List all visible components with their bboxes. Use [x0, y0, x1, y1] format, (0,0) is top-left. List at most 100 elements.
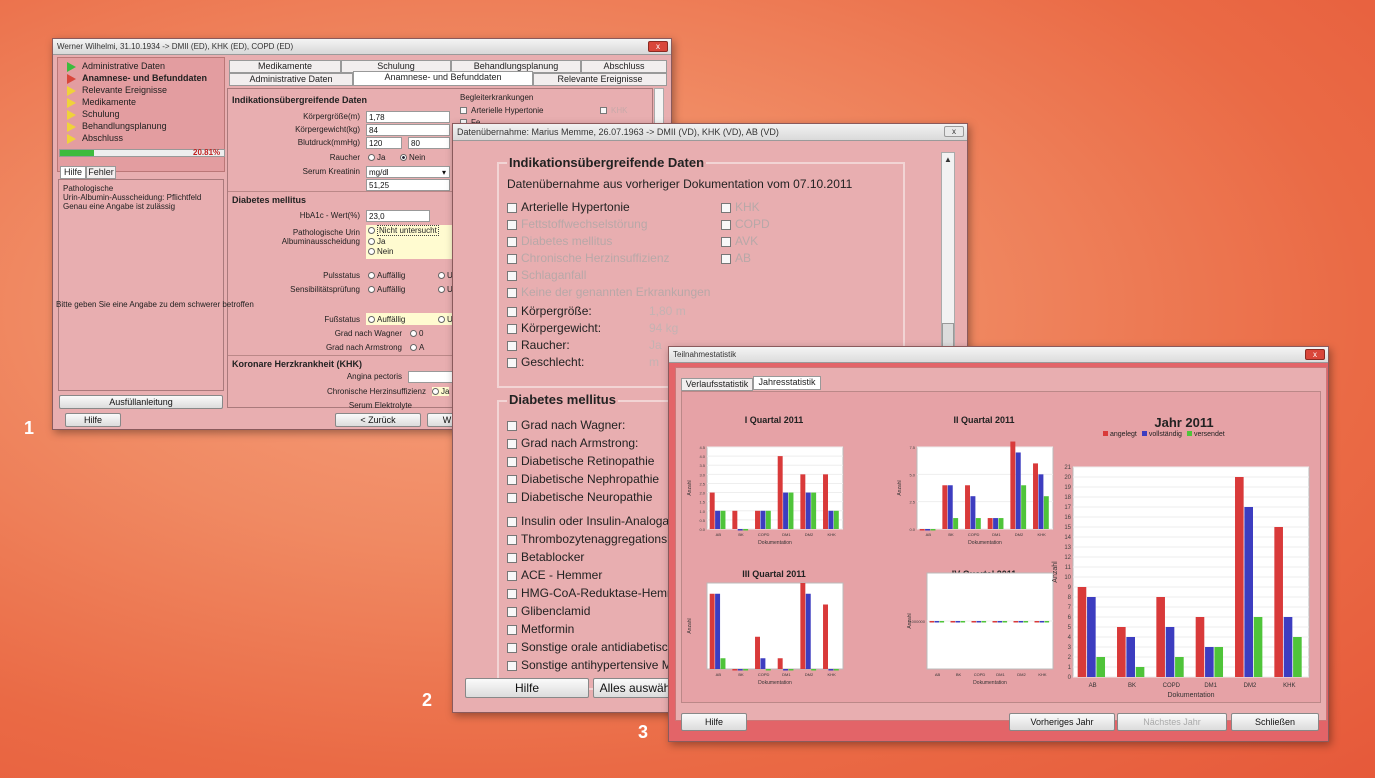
tab-hilfe[interactable]: Hilfe	[60, 166, 86, 179]
foot-note: Bitte geben Sie eine Angabe zu dem schwe…	[56, 300, 254, 309]
x-tick-label: AB	[1089, 683, 1097, 689]
bar	[833, 510, 839, 529]
bar	[971, 621, 977, 623]
comorb-hypertension[interactable]: Arterielle Hypertonie	[460, 106, 543, 115]
measure-label: Körpergröße:	[521, 304, 592, 318]
height-input[interactable]: 1,78	[366, 111, 450, 123]
armstrong-a-radio[interactable]: A	[410, 343, 424, 352]
condition-checkbox[interactable]: Arterielle Hypertonie	[507, 200, 630, 214]
next-year-button[interactable]: Nächstes Jahr	[1117, 713, 1227, 731]
pulse-u-radio[interactable]: U	[438, 271, 453, 280]
creatinine-input[interactable]: 51,25	[366, 179, 450, 191]
close-dialog-button[interactable]: Schließen	[1231, 713, 1319, 731]
nav-item[interactable]: Behandlungsplanung	[67, 121, 167, 132]
label-urin-1: Pathologische Urin	[292, 228, 360, 237]
nav-item[interactable]: Anamnese- und Befunddaten	[67, 73, 207, 84]
measure-checkbox[interactable]: Raucher:	[507, 338, 570, 352]
bar	[765, 510, 771, 529]
back-button[interactable]: < Zurück	[335, 413, 421, 427]
angina-select[interactable]	[408, 371, 458, 383]
smoker-yes-radio[interactable]: Ja	[368, 153, 385, 162]
urin-option-not-tested[interactable]: Nicht untersucht	[368, 225, 439, 236]
condition-checkbox[interactable]: KHK	[721, 200, 760, 214]
bar	[1135, 667, 1145, 677]
status-triangle-icon	[67, 73, 76, 84]
window-title: Werner Wilhelmi, 31.10.1934 -> DMII (ED)…	[57, 42, 294, 51]
wagner-0-radio[interactable]: 0	[410, 329, 423, 338]
measure-checkbox[interactable]: Geschlecht:	[507, 355, 584, 369]
condition-checkbox[interactable]: Diabetes mellitus	[507, 234, 612, 248]
condition-checkbox[interactable]: AVK	[721, 234, 758, 248]
tab-fehler[interactable]: Fehler	[86, 166, 116, 179]
foot-u-radio[interactable]: U	[438, 315, 453, 324]
tab-verlaufsstatistik[interactable]: Verlaufsstatistik	[681, 378, 753, 391]
diabetes-checkbox[interactable]: Diabetische Neuropathie	[507, 490, 652, 504]
bar	[1033, 463, 1038, 529]
help-button[interactable]: Hilfe	[681, 713, 747, 731]
chf-yes-radio[interactable]: Ja	[432, 387, 450, 396]
condition-checkbox[interactable]: COPD	[721, 217, 770, 231]
transfer-subtitle: Datenübernahme aus vorheriger Dokumentat…	[507, 177, 853, 191]
help-button[interactable]: Hilfe	[65, 413, 121, 427]
sens-abnormal-radio[interactable]: Auffällig	[368, 285, 405, 294]
bp-systolic-input[interactable]: 120	[366, 137, 402, 149]
measure-checkbox[interactable]: Körpergröße:	[507, 304, 592, 318]
scroll-up-icon[interactable]: ▲	[944, 155, 952, 164]
weight-input[interactable]: 84	[366, 124, 450, 136]
diabetes-checkbox[interactable]: Diabetische Retinopathie	[507, 454, 654, 468]
y-tick-label: 19	[1064, 485, 1071, 491]
foot-abnormal-radio[interactable]: Auffällig	[368, 315, 405, 324]
checkbox-icon	[507, 492, 517, 503]
y-tick-label: 13	[1064, 545, 1071, 551]
bar	[939, 621, 945, 623]
diabetes-checkbox[interactable]: Grad nach Armstrong:	[507, 436, 638, 450]
nav-item[interactable]: Abschluss	[67, 133, 123, 144]
medication-label: ACE - Hemmer	[521, 568, 603, 582]
condition-checkbox[interactable]: AB	[721, 251, 751, 265]
close-button[interactable]: x	[944, 126, 964, 137]
hba1c-input[interactable]: 23,0	[366, 210, 430, 222]
smoker-no-radio[interactable]: Nein	[400, 153, 425, 162]
urin-option-yes[interactable]: Ja	[368, 237, 385, 246]
bar	[737, 529, 743, 531]
sens-u-radio[interactable]: U	[438, 285, 453, 294]
condition-checkbox[interactable]: Schlaganfall	[507, 268, 586, 282]
diabetes-checkbox[interactable]: Grad nach Wagner:	[507, 418, 625, 432]
bar	[934, 621, 940, 623]
condition-checkbox[interactable]: Keine der genannten Erkrankungen	[507, 285, 710, 299]
nav-item[interactable]: Administrative Daten	[67, 61, 165, 72]
nav-item[interactable]: Relevante Ereignisse	[67, 85, 167, 96]
creatinine-unit-select[interactable]: mg/dl ▾	[366, 166, 450, 178]
tab-abschluss[interactable]: Abschluss	[581, 60, 667, 73]
nav-item[interactable]: Schulung	[67, 109, 120, 120]
bar	[919, 529, 925, 531]
bar	[715, 593, 721, 669]
comorb-khk[interactable]: KHK	[600, 106, 627, 115]
measure-checkbox[interactable]: Körpergewicht:	[507, 321, 601, 335]
x-tick-label: KHK	[828, 532, 837, 537]
close-button[interactable]: x	[648, 41, 668, 52]
tab-administrative-daten[interactable]: Administrative Daten	[229, 73, 353, 86]
urin-option-no[interactable]: Nein	[368, 247, 393, 256]
checkbox-icon	[721, 236, 731, 247]
previous-year-button[interactable]: Vorheriges Jahr	[1009, 713, 1115, 731]
status-triangle-icon	[67, 61, 76, 72]
condition-checkbox[interactable]: Fettstoffwechselstörung	[507, 217, 648, 231]
bar	[1244, 507, 1253, 677]
pulse-abnormal-radio[interactable]: Auffällig	[368, 271, 405, 280]
bp-diastolic-input[interactable]: 80	[408, 137, 450, 149]
nav-item[interactable]: Medikamente	[67, 97, 136, 108]
tab-anamnese[interactable]: Anamnese- und Befunddaten	[353, 71, 533, 86]
label-pulse: Pulsstatus	[323, 271, 360, 280]
tab-jahresstatistik[interactable]: Jahresstatistik	[753, 376, 821, 390]
x-tick-label: AB	[935, 672, 941, 677]
fill-instructions-button[interactable]: Ausfüllanleitung	[59, 395, 223, 409]
diabetes-checkbox[interactable]: Diabetische Nephropathie	[507, 472, 659, 486]
label-creatinine: Serum Kreatinin	[302, 167, 360, 176]
tab-relevante-ereignisse[interactable]: Relevante Ereignisse	[533, 73, 667, 86]
tab-medikamente[interactable]: Medikamente	[229, 60, 341, 73]
condition-checkbox[interactable]: Chronische Herzinsuffizienz	[507, 251, 670, 265]
help-button[interactable]: Hilfe	[465, 678, 589, 698]
close-button[interactable]: x	[1305, 349, 1325, 360]
bar	[993, 518, 999, 529]
